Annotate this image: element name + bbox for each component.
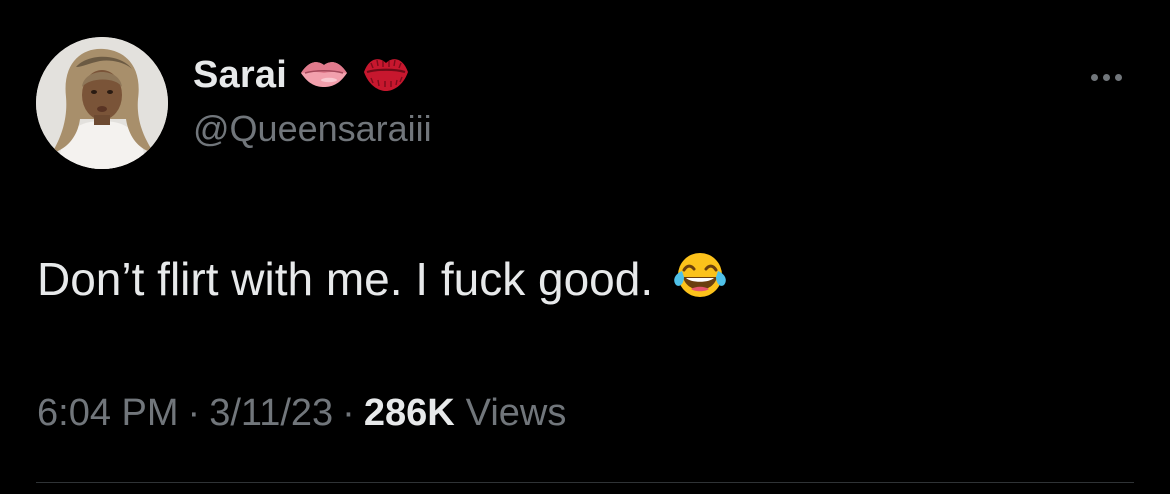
- kiss-mark-emoji-icon: [361, 52, 411, 99]
- tweet-card: Sarai @Queensaraiii Don’t flirt with me.…: [0, 0, 1170, 494]
- tweet-text: Don’t flirt with me. I fuck good.: [37, 248, 729, 309]
- tweet-date[interactable]: 3/11/23: [209, 392, 333, 435]
- author-handle[interactable]: @Queensaraiii: [193, 108, 432, 150]
- more-options-icon-dot: [1114, 73, 1122, 81]
- views-count[interactable]: 286K: [364, 392, 455, 435]
- face-with-tears-of-joy-icon: [671, 250, 729, 311]
- lips-emoji-icon: [299, 57, 349, 94]
- avatar[interactable]: [36, 37, 168, 169]
- more-options-icon-dot: [1102, 73, 1110, 81]
- tweet-text-content: Don’t flirt with me. I fuck good.: [37, 252, 654, 305]
- divider: [36, 482, 1134, 483]
- views-label[interactable]: Views: [466, 392, 567, 435]
- meta-separator: ·: [187, 392, 201, 434]
- meta-separator: ·: [342, 392, 355, 434]
- tweet-meta: 6:04 PM · 3/11/23 · 286K Views: [37, 392, 566, 435]
- more-options-icon: [1090, 73, 1098, 81]
- more-options-button[interactable]: [1082, 62, 1130, 92]
- display-name[interactable]: Sarai: [193, 54, 287, 97]
- author-name-row[interactable]: Sarai: [193, 49, 411, 101]
- tweet-time[interactable]: 6:04 PM: [37, 392, 179, 435]
